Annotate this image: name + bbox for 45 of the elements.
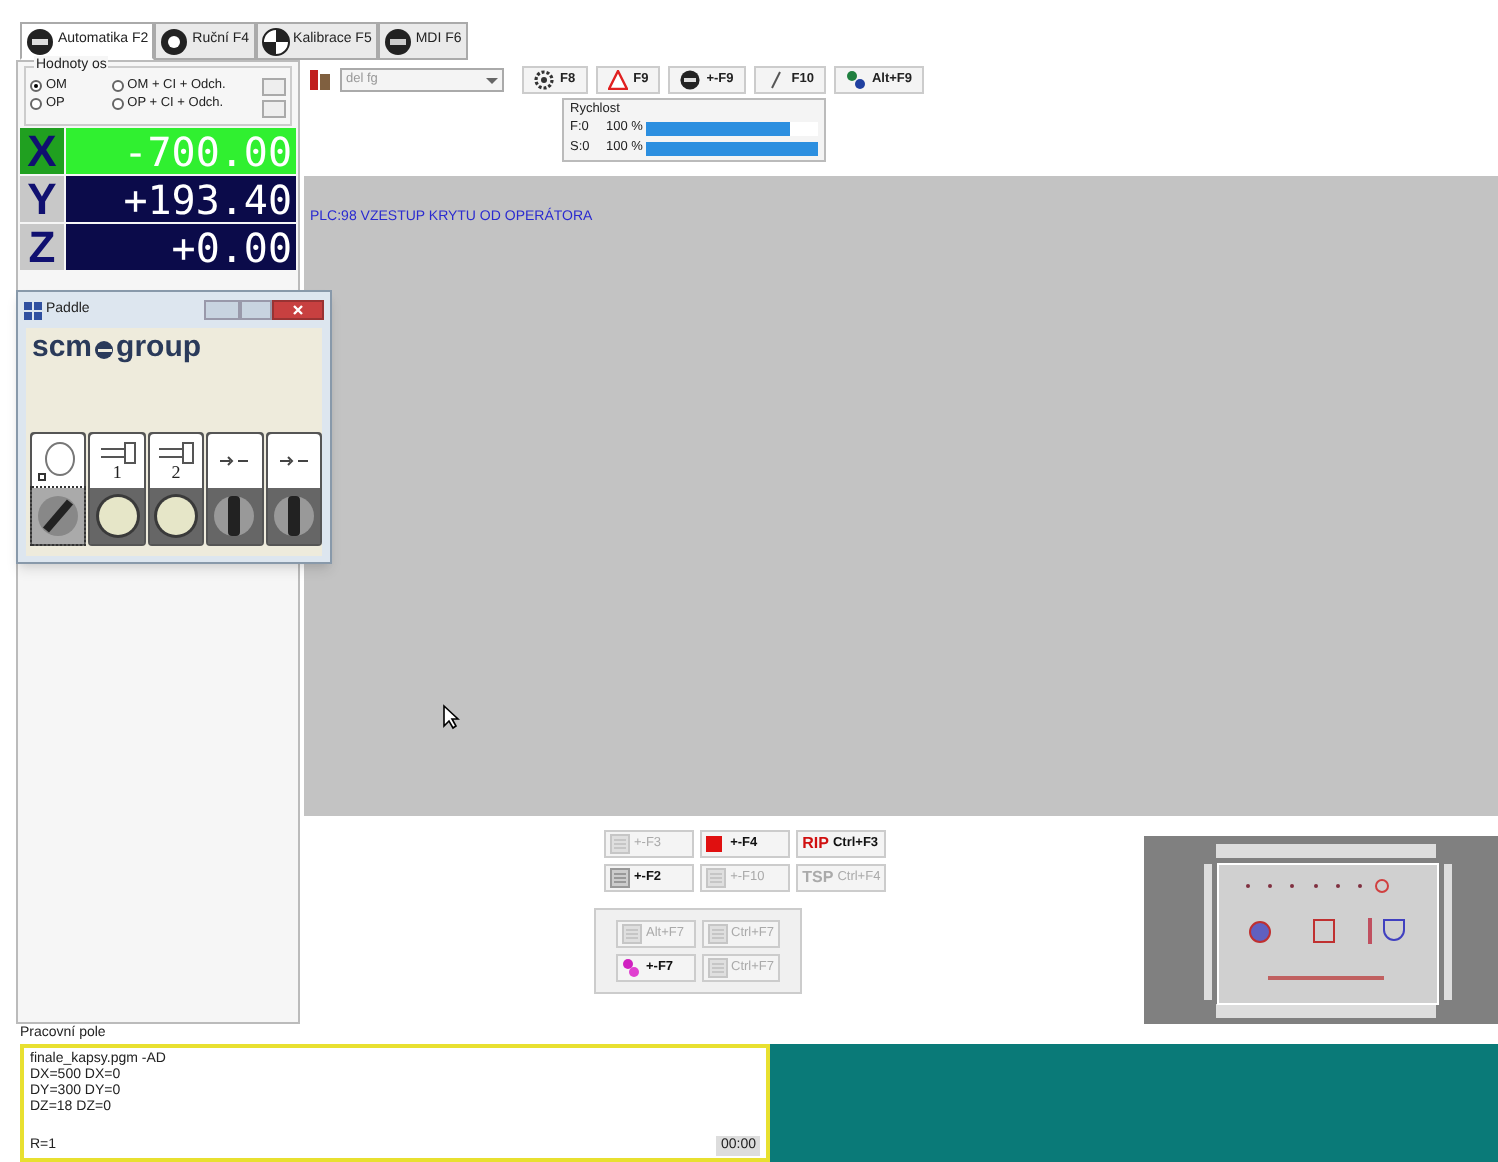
switch-icon	[269, 490, 318, 542]
square-icon	[706, 834, 727, 854]
axis-letter: Y	[20, 176, 64, 222]
badge-icon	[680, 70, 701, 90]
shapes-icon	[622, 958, 642, 978]
app-icon	[24, 301, 42, 319]
paddle-key[interactable]	[267, 434, 321, 488]
paddle-key[interactable]	[32, 434, 85, 488]
mouse-cursor-icon	[442, 704, 460, 730]
lamp-icon	[152, 490, 201, 542]
grid-icon	[707, 958, 727, 978]
grid-icon	[706, 868, 727, 888]
grid-icon	[707, 924, 727, 944]
grid-icon	[622, 924, 642, 944]
warning-icon	[607, 70, 628, 90]
pin-symbol-icon	[158, 441, 195, 463]
axis-value: +193.40	[66, 176, 296, 222]
lamp-icon	[93, 490, 142, 542]
quartered-circle-icon	[261, 27, 290, 55]
paddle-key[interactable]: 2	[149, 434, 203, 488]
badge-icon	[383, 27, 412, 55]
axis-value: +0.00	[66, 224, 296, 270]
close-button[interactable]	[272, 300, 324, 320]
logo-text: group	[116, 332, 202, 364]
dropdown-arrow-icon	[486, 75, 498, 85]
logo-text: scm	[32, 332, 93, 364]
gear-icon	[534, 70, 554, 90]
axis-value: -700.00	[66, 128, 296, 174]
arrows-symbol-icon	[220, 456, 249, 466]
paddle-key[interactable]	[208, 434, 262, 488]
grid-icon	[610, 868, 630, 888]
arrows-symbol-icon	[279, 456, 308, 466]
axis-letter: Z	[20, 224, 64, 270]
circle-symbol-icon	[38, 441, 79, 481]
pin-symbol-icon	[99, 441, 136, 463]
badge-icon	[26, 27, 54, 55]
paddle-key[interactable]: 1	[90, 434, 144, 488]
switch-icon	[210, 490, 259, 542]
grid-icon	[610, 834, 630, 854]
logo-icon	[94, 340, 115, 360]
selector-icon	[34, 490, 83, 542]
axis-letter: X	[20, 128, 64, 174]
slash-icon	[765, 70, 786, 90]
circle-icon	[160, 27, 189, 55]
close-icon	[292, 304, 304, 316]
